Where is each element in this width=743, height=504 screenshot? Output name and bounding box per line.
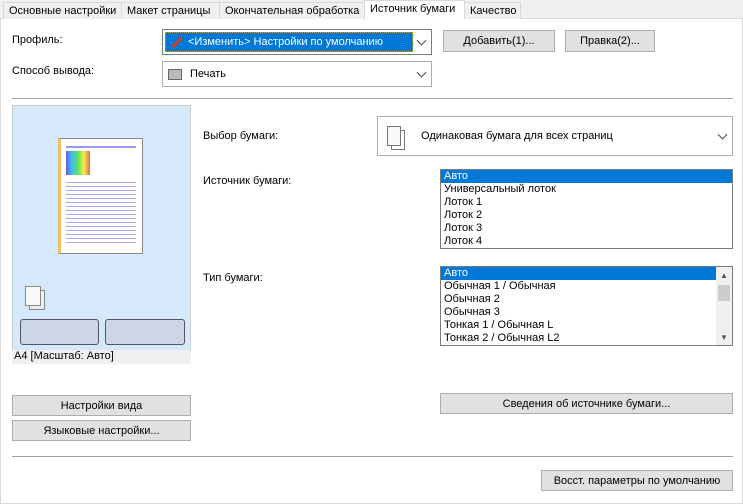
printer-icon	[168, 68, 182, 80]
language-settings-button[interactable]: Языковые настройки...	[12, 420, 191, 441]
paper-selection-combo[interactable]: Одинаковая бумага для всех страниц	[377, 116, 733, 156]
paper-selection-value: Одинаковая бумага для всех страниц	[421, 130, 613, 142]
profile-value: <Изменить> Настройки по умолчанию	[188, 36, 383, 48]
edit-profile-button[interactable]: Правка(2)...	[565, 30, 655, 52]
paper-source-label: Источник бумаги:	[203, 175, 292, 187]
list-item[interactable]: Тонкая 2 / Обычная L2	[441, 332, 716, 345]
paper-selection-label: Выбор бумаги:	[203, 130, 279, 142]
list-item[interactable]: Обычная 3	[441, 306, 716, 319]
list-item[interactable]: Лоток 2	[441, 209, 732, 222]
scrollbar-thumb[interactable]	[718, 285, 730, 301]
chevron-down-icon	[416, 67, 427, 78]
layout-toggle-button[interactable]	[20, 319, 99, 345]
preview-panel	[12, 105, 191, 351]
divider	[12, 98, 733, 99]
list-item[interactable]: Тонкая 1 / Обычная L	[441, 319, 716, 332]
profile-label: Профиль:	[12, 34, 63, 46]
preview-caption: A4 [Масштаб: Авто]	[12, 350, 191, 364]
tab-paper-source[interactable]: Источник бумаги	[364, 0, 465, 20]
list-item[interactable]: Авто	[441, 267, 716, 280]
paper-source-list[interactable]: Авто Универсальный лоток Лоток 1 Лоток 2…	[440, 169, 733, 249]
list-item[interactable]: Обычная 1 / Обычная	[441, 280, 716, 293]
tab-finishing[interactable]: Окончательная обработка	[219, 2, 365, 19]
paper-type-list[interactable]: Авто Обычная 1 / Обычная Обычная 2 Обычн…	[440, 266, 733, 346]
add-profile-button[interactable]: Добавить(1)...	[443, 30, 555, 52]
page-preview-icon	[58, 138, 143, 254]
chevron-down-icon	[416, 35, 427, 46]
restore-defaults-button[interactable]: Восст. параметры по умолчанию	[541, 470, 733, 491]
scroll-up-icon[interactable]: ▲	[720, 271, 728, 280]
list-item[interactable]: Обычная 2	[441, 293, 716, 306]
output-method-combo[interactable]: Печать	[162, 61, 432, 87]
tab-page-layout[interactable]: Макет страницы	[121, 2, 220, 19]
list-item[interactable]: Лоток 3	[441, 222, 732, 235]
color-mode-toggle-button[interactable]	[105, 319, 185, 345]
list-item[interactable]: Лоток 4	[441, 235, 732, 248]
scrollbar[interactable]: ▲ ▼	[716, 267, 732, 345]
paper-source-info-button[interactable]: Сведения об источнике бумаги...	[440, 393, 733, 414]
output-method-value: Печать	[190, 68, 227, 80]
chevron-down-icon	[717, 129, 728, 140]
profile-combo[interactable]: <Изменить> Настройки по умолчанию	[162, 29, 432, 55]
list-item[interactable]: Лоток 1	[441, 196, 732, 209]
paper-type-label: Тип бумаги:	[203, 272, 263, 284]
paper-stack-icon	[387, 126, 401, 146]
view-settings-button[interactable]: Настройки вида	[12, 395, 191, 416]
output-method-label: Способ вывода:	[12, 65, 95, 77]
list-item[interactable]: Универсальный лоток	[441, 183, 732, 196]
paper-stack-icon	[25, 286, 41, 306]
tab-basic[interactable]: Основные настройки	[3, 2, 122, 19]
tab-quality[interactable]: Качество	[464, 2, 521, 19]
list-item[interactable]: Авто	[441, 170, 732, 183]
divider	[12, 456, 733, 457]
scroll-down-icon[interactable]: ▼	[720, 333, 728, 342]
